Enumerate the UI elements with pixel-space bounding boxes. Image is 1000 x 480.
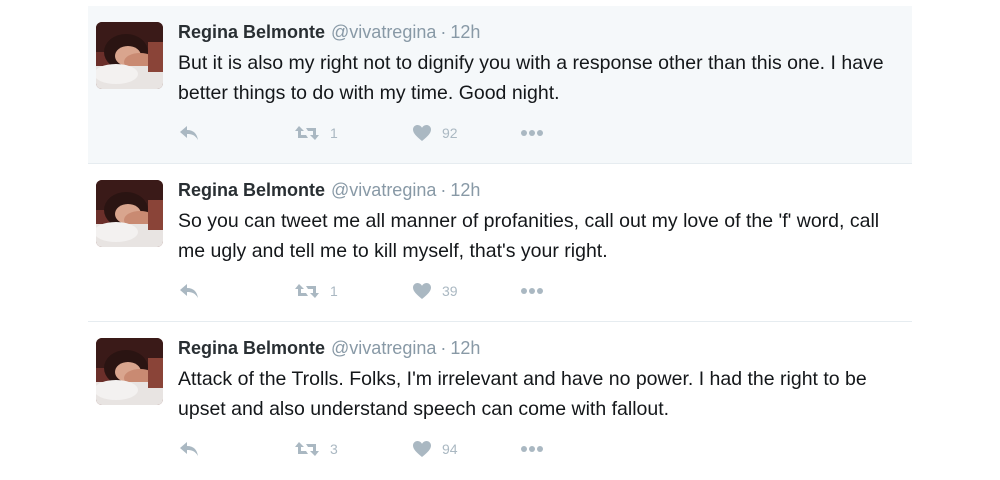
like-button[interactable]: 94: [412, 438, 458, 460]
tweet-header: Regina Belmonte @vivatregina · 12h: [178, 336, 480, 360]
author-handle[interactable]: @vivatregina: [331, 22, 436, 42]
separator-dot: ·: [440, 180, 447, 200]
more-button[interactable]: [520, 122, 544, 144]
reply-button[interactable]: [178, 280, 200, 302]
reply-button[interactable]: [178, 122, 200, 144]
more-button[interactable]: [520, 438, 544, 460]
more-icon: [520, 129, 544, 137]
more-icon: [520, 287, 544, 295]
reply-icon: [178, 282, 200, 300]
reply-button[interactable]: [178, 438, 200, 460]
tweet-feed: Regina Belmonte @vivatregina · 12h But it i…: [88, 6, 912, 480]
timestamp[interactable]: 12h: [450, 22, 480, 42]
author-name[interactable]: Regina Belmonte: [178, 180, 325, 200]
tweet[interactable]: Regina Belmonte @vivatregina · 12h So you c…: [88, 164, 912, 322]
tweet-actions: 3 94: [178, 438, 678, 460]
retweet-button[interactable]: 1: [294, 122, 338, 144]
timestamp[interactable]: 12h: [450, 180, 480, 200]
tweet-text: Attack of the Trolls. Folks, I'm irrelev…: [178, 368, 867, 420]
reply-icon: [178, 440, 200, 458]
like-button[interactable]: 92: [412, 122, 458, 144]
separator-dot: ·: [440, 22, 447, 42]
like-count: 92: [442, 125, 458, 141]
more-icon: [520, 445, 544, 453]
heart-icon: [412, 124, 432, 142]
author-handle[interactable]: @vivatregina: [331, 180, 436, 200]
tweet-header: Regina Belmonte @vivatregina · 12h: [178, 178, 480, 202]
author-name[interactable]: Regina Belmonte: [178, 338, 325, 358]
heart-icon: [412, 282, 432, 300]
like-button[interactable]: 39: [412, 280, 458, 302]
tweet-actions: 1 39: [178, 280, 678, 302]
retweet-count: 1: [330, 283, 338, 299]
retweet-icon: [294, 440, 320, 458]
retweet-icon: [294, 282, 320, 300]
tweet-text: So you can tweet me all manner of profan…: [178, 210, 880, 262]
retweet-count: 3: [330, 441, 338, 457]
retweet-count: 1: [330, 125, 338, 141]
avatar[interactable]: [96, 22, 163, 89]
separator-dot: ·: [440, 338, 447, 358]
like-count: 94: [442, 441, 458, 457]
tweet-text: But it is also my right not to dignify y…: [178, 52, 884, 104]
author-handle[interactable]: @vivatregina: [331, 338, 436, 358]
timestamp[interactable]: 12h: [450, 338, 480, 358]
tweet-actions: 1 92: [178, 122, 678, 144]
tweet[interactable]: Regina Belmonte @vivatregina · 12h But it i…: [88, 6, 912, 164]
tweet-header: Regina Belmonte @vivatregina · 12h: [178, 20, 480, 44]
author-name[interactable]: Regina Belmonte: [178, 22, 325, 42]
avatar[interactable]: [96, 338, 163, 405]
reply-icon: [178, 124, 200, 142]
like-count: 39: [442, 283, 458, 299]
retweet-button[interactable]: 3: [294, 438, 338, 460]
timeline-page: Regina Belmonte @vivatregina · 12h But it i…: [0, 0, 1000, 480]
more-button[interactable]: [520, 280, 544, 302]
tweet[interactable]: Regina Belmonte @vivatregina · 12h Attack o…: [88, 322, 912, 480]
retweet-icon: [294, 124, 320, 142]
avatar[interactable]: [96, 180, 163, 247]
retweet-button[interactable]: 1: [294, 280, 338, 302]
heart-icon: [412, 440, 432, 458]
